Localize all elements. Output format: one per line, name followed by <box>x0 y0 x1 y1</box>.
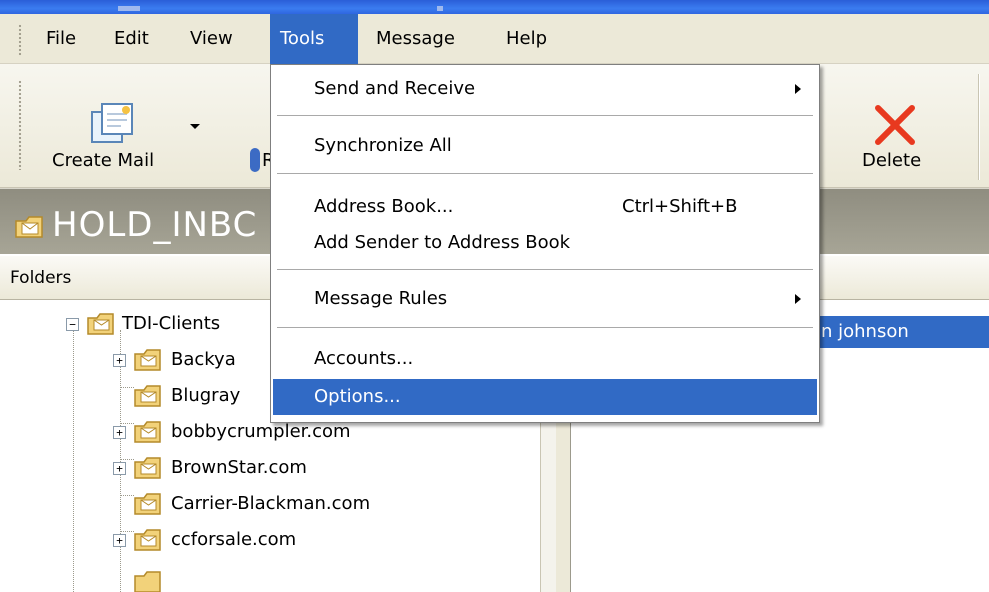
menu-help[interactable]: Help <box>496 14 557 64</box>
expand-icon[interactable]: + <box>113 462 126 475</box>
folder-envelope-icon <box>134 493 161 515</box>
title-bar-fragment <box>437 6 443 11</box>
folder-envelope-icon <box>134 529 161 551</box>
menu-message[interactable]: Message <box>366 14 465 64</box>
folder-envelope-icon <box>134 421 161 443</box>
menu-item-add-sender-to-address-book[interactable]: Add Sender to Address Book <box>273 225 817 261</box>
menu-separator <box>277 173 813 175</box>
reply-icon <box>250 148 260 172</box>
submenu-arrow-icon <box>795 294 801 304</box>
tree-connector-line <box>73 330 74 592</box>
current-folder-title: HOLD_INBC <box>52 205 258 245</box>
menu-item-label: Options... <box>314 386 401 407</box>
new-mail-icon <box>91 103 133 143</box>
expand-icon[interactable]: + <box>113 354 126 367</box>
tree-connector-line <box>120 495 134 496</box>
folder-envelope-icon <box>134 571 161 592</box>
submenu-arrow-icon <box>795 84 801 94</box>
tree-item-label: ccforsale.com <box>171 529 297 550</box>
tree-item-label: TDI-Clients <box>122 313 221 334</box>
create-mail-dropdown-arrow-icon[interactable] <box>190 124 200 129</box>
menu-item-send-and-receive[interactable]: Send and Receive <box>273 71 817 107</box>
menu-separator <box>277 327 813 329</box>
menu-item-address-book[interactable]: Address Book... Ctrl+Shift+B <box>273 189 817 225</box>
menu-separator <box>277 269 813 271</box>
menu-view[interactable]: View <box>180 14 243 64</box>
menu-file[interactable]: File <box>36 14 86 64</box>
menu-separator <box>277 115 813 117</box>
title-bar-fragment <box>118 6 140 11</box>
menu-tools[interactable]: Tools <box>270 14 358 64</box>
window-title-bar <box>0 0 989 14</box>
tree-item-label: Carrier-Blackman.com <box>171 493 371 514</box>
toolbar-separator <box>978 74 980 180</box>
menu-item-label: Add Sender to Address Book <box>314 232 571 253</box>
menu-item-message-rules[interactable]: Message Rules <box>273 281 817 317</box>
menu-item-label: Send and Receive <box>314 78 476 99</box>
menu-edit[interactable]: Edit <box>104 14 159 64</box>
menu-item-label: Accounts... <box>314 348 414 369</box>
tools-menu-dropdown: Send and Receive Synchronize All Address… <box>270 64 820 423</box>
menu-item-label: Address Book... <box>314 196 454 217</box>
folder-envelope-icon <box>134 385 161 407</box>
folder-envelope-icon <box>15 216 43 238</box>
menu-item-synchronize-all[interactable]: Synchronize All <box>273 128 817 164</box>
tree-item-label: Blugray <box>171 385 241 406</box>
tree-connector-line <box>120 459 134 460</box>
create-mail-button[interactable]: Create Mail <box>40 64 190 188</box>
tree-item-label: Backya <box>171 349 236 370</box>
tree-item-label: BrownStar.com <box>171 457 307 478</box>
folder-envelope-icon <box>134 457 161 479</box>
delete-x-icon <box>875 105 915 145</box>
delete-label: Delete <box>862 150 922 171</box>
folder-envelope-icon <box>134 349 161 371</box>
menu-item-label: Synchronize All <box>314 135 452 156</box>
folder-envelope-icon <box>87 313 114 335</box>
toolbar-grip-handle[interactable] <box>18 80 22 170</box>
menu-item-shortcut: Ctrl+Shift+B <box>622 196 738 217</box>
collapse-icon[interactable]: − <box>66 318 79 331</box>
delete-button[interactable]: Delete <box>848 64 958 188</box>
menu-bar: File Edit View Tools Message Help <box>0 14 989 64</box>
expand-icon[interactable]: + <box>113 426 126 439</box>
menu-item-label: Message Rules <box>314 288 448 309</box>
tree-connector-line <box>120 423 134 424</box>
tree-connector-line <box>120 387 134 388</box>
menubar-grip-handle[interactable] <box>18 24 22 56</box>
create-mail-label: Create Mail <box>52 150 155 171</box>
expand-icon[interactable]: + <box>113 534 126 547</box>
menu-item-accounts[interactable]: Accounts... <box>273 341 817 377</box>
tree-connector-line <box>120 531 134 532</box>
tree-connector-line <box>120 330 121 592</box>
menu-item-options[interactable]: Options... <box>273 379 817 415</box>
